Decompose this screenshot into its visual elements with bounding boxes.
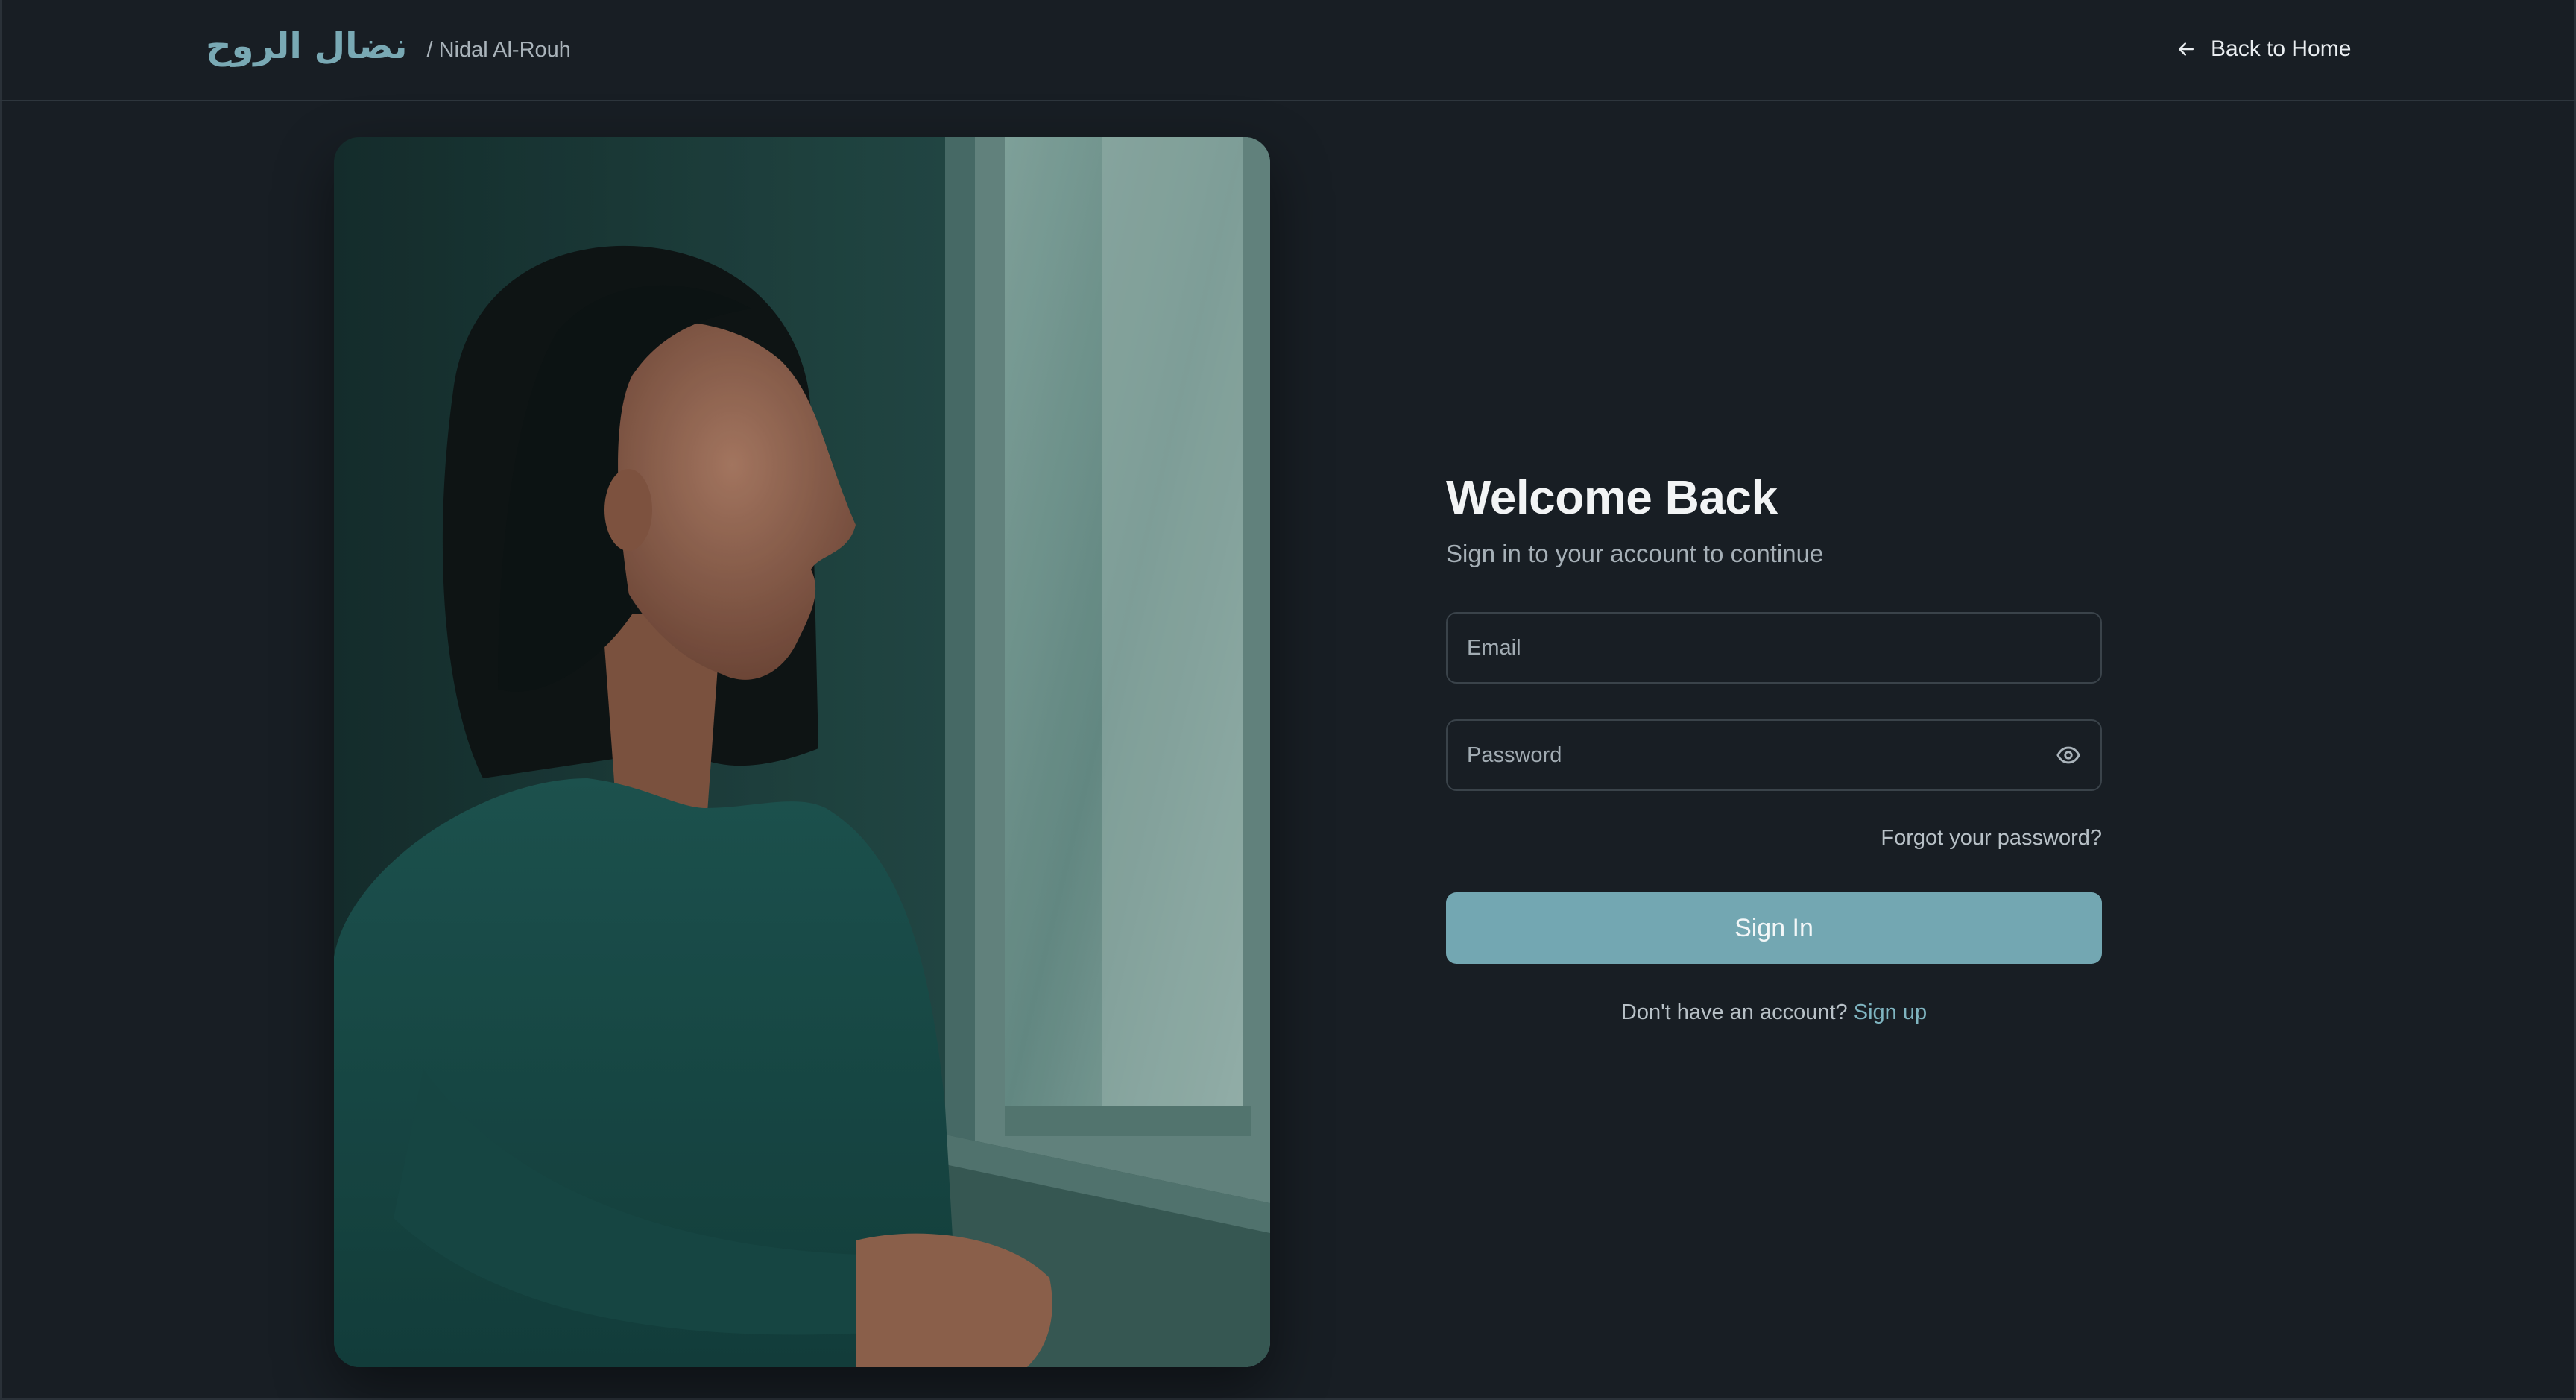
email-field[interactable] [1446,612,2102,684]
password-input[interactable] [1467,742,2056,768]
password-field[interactable] [1446,719,2102,791]
logo-arabic-text: نضال الروح [206,25,408,67]
arrow-left-icon [2179,42,2194,56]
signup-prompt-row: Don't have an account? Sign up [1446,1000,2102,1025]
page-subtitle: Sign in to your account to continue [1446,540,1824,567]
eye-icon[interactable] [2056,742,2081,768]
sign-in-form: Welcome Back Sign in to your account to … [1446,470,2102,1024]
logo-english-text: / Nidal Al-Rouh [426,37,571,62]
signup-prompt-text: Don't have an account? [1620,1000,1854,1024]
hero-photo [334,137,1270,1367]
sign-up-link[interactable]: Sign up [1854,1000,1927,1024]
forgot-password-link[interactable]: Forgot your password? [1881,826,2102,851]
back-to-home-link[interactable]: Back to Home [2175,30,2351,69]
email-input[interactable] [1467,635,2081,660]
top-bar: نضال الروح / Nidal Al-Rouh Back to Home [0,0,2576,101]
page-title: Welcome Back [1446,470,1778,524]
back-to-home-label: Back to Home [2211,37,2352,61]
site-logo[interactable]: نضال الروح / Nidal Al-Rouh [206,16,571,76]
sign-in-button[interactable]: Sign In [1446,892,2102,964]
